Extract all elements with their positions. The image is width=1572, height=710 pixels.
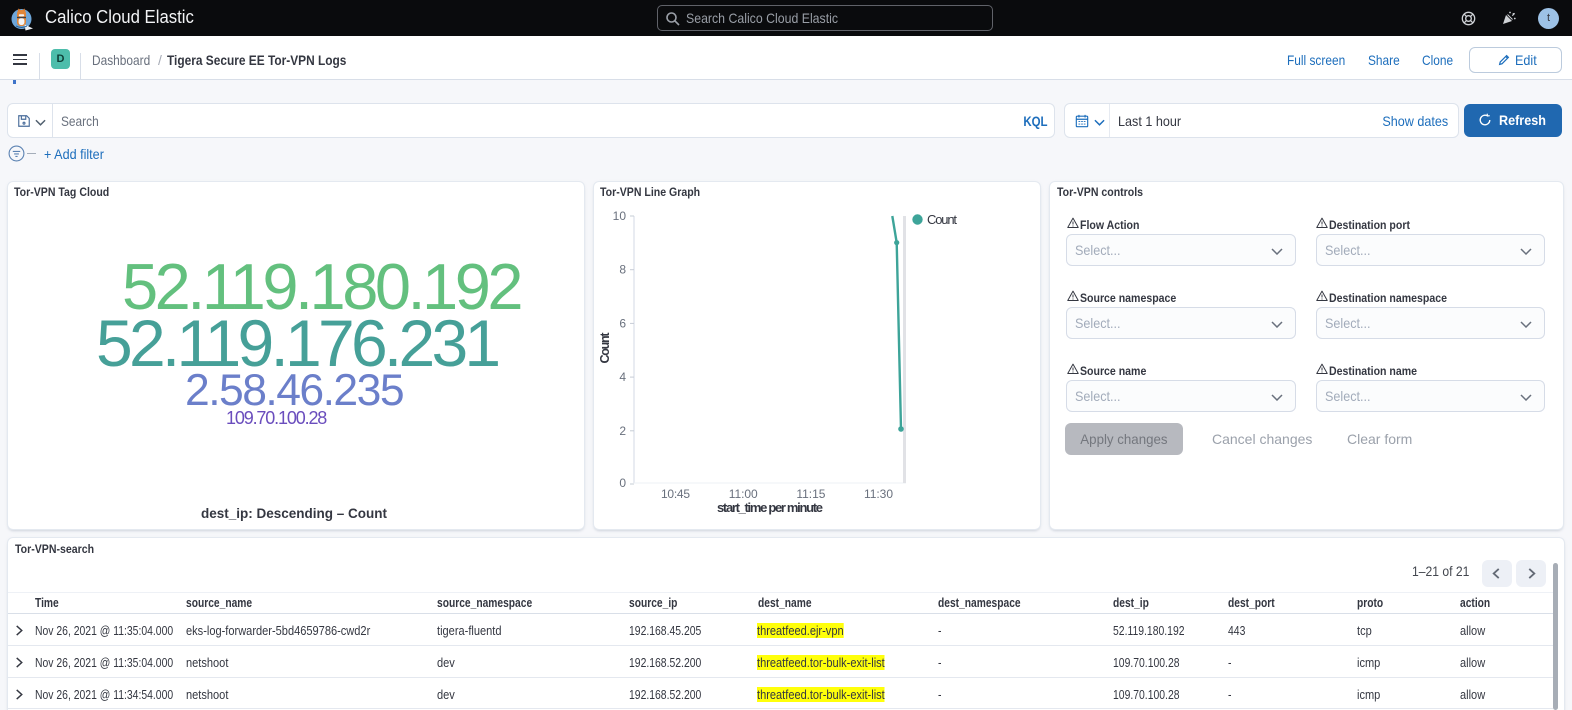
- svg-text:8: 8: [619, 263, 626, 277]
- svg-text:6: 6: [619, 316, 626, 330]
- svg-text:start_time per minute: start_time per minute: [717, 500, 823, 515]
- svg-text:2: 2: [619, 424, 626, 438]
- svg-text:11:15: 11:15: [796, 487, 825, 501]
- svg-text:11:00: 11:00: [729, 487, 758, 501]
- svg-text:11:30: 11:30: [864, 487, 893, 501]
- svg-text:10: 10: [613, 209, 627, 223]
- svg-text:0: 0: [619, 476, 626, 490]
- svg-text:10:45: 10:45: [661, 487, 690, 501]
- svg-text:Count: Count: [598, 332, 612, 364]
- svg-text:4: 4: [619, 370, 626, 384]
- svg-text:Count: Count: [927, 212, 957, 227]
